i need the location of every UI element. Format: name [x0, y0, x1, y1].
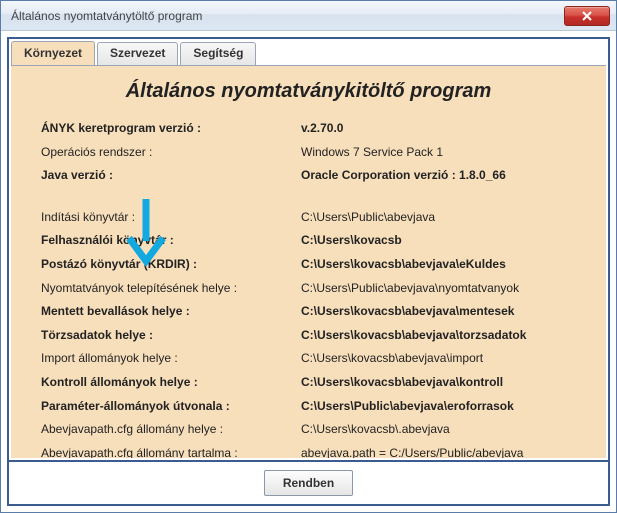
- label-master-dir: Törzsadatok helye :: [41, 328, 301, 344]
- tab-help-label: Segítség: [193, 46, 243, 60]
- window-title: Általános nyomtatványtöltő program: [11, 9, 564, 23]
- label-java: Java verzió :: [41, 168, 301, 184]
- row-forms-dir: Nyomtatványok telepítésének helye : C:\U…: [41, 277, 576, 301]
- window-frame: Általános nyomtatványtöltő program Körny…: [0, 0, 617, 513]
- label-os: Operációs rendszer :: [41, 145, 301, 161]
- tab-environment[interactable]: Környezet: [11, 41, 95, 65]
- label-param-dir: Paraméter-állományok útvonala :: [41, 399, 301, 415]
- label-forms-dir: Nyomtatványok telepítésének helye :: [41, 281, 301, 297]
- value-kontroll-dir: C:\Users\kovacsb\abevjava\kontroll: [301, 375, 576, 391]
- label-user-dir: Felhasználói könyvtár :: [41, 233, 301, 249]
- row-anyk-version: ÁNYK keretprogram verzió : v.2.70.0: [41, 117, 576, 141]
- dialog-frame: Környezet Szervezet Segítség Általános n…: [7, 37, 610, 506]
- close-icon: [581, 11, 593, 21]
- spacer: [41, 188, 576, 206]
- value-import-dir: C:\Users\kovacsb\abevjava\import: [301, 351, 576, 367]
- label-cfg-path: Abevjavapath.cfg állomány helye :: [41, 422, 301, 438]
- row-java: Java verzió : Oracle Corporation verzió …: [41, 164, 576, 188]
- row-param-dir: Paraméter-állományok útvonala : C:\Users…: [41, 395, 576, 419]
- titlebar: Általános nyomtatványtöltő program: [1, 1, 616, 31]
- value-java: Oracle Corporation verzió : 1.8.0_66: [301, 168, 576, 184]
- tab-organization[interactable]: Szervezet: [97, 42, 178, 66]
- tab-panel-environment: Általános nyomtatványkitöltő program ÁNY…: [11, 65, 606, 458]
- dialog-footer: Rendben: [9, 460, 608, 504]
- tab-organization-label: Szervezet: [110, 46, 165, 60]
- label-cfg-content: Abevjavapath.cfg állomány tartalma :: [41, 446, 301, 458]
- value-cfg-path: C:\Users\kovacsb\.abevjava: [301, 422, 576, 438]
- tab-environment-label: Környezet: [24, 46, 82, 60]
- label-krdir: Postázó könyvtár (KRDIR) :: [41, 257, 301, 273]
- value-anyk-version: v.2.70.0: [301, 121, 576, 137]
- label-anyk-version: ÁNYK keretprogram verzió :: [41, 121, 301, 137]
- row-kontroll-dir: Kontroll állományok helye : C:\Users\kov…: [41, 371, 576, 395]
- row-master-dir: Törzsadatok helye : C:\Users\kovacsb\abe…: [41, 324, 576, 348]
- client-area: Környezet Szervezet Segítség Általános n…: [1, 31, 616, 512]
- row-cfg-path: Abevjavapath.cfg állomány helye : C:\Use…: [41, 418, 576, 442]
- ok-button[interactable]: Rendben: [264, 470, 353, 496]
- value-cfg-content: abevjava.path = C:/Users/Public/abevjava: [301, 446, 576, 458]
- tab-help[interactable]: Segítség: [180, 42, 256, 66]
- label-kontroll-dir: Kontroll állományok helye :: [41, 375, 301, 391]
- value-user-dir: C:\Users\kovacsb: [301, 233, 576, 249]
- close-button[interactable]: [564, 6, 610, 26]
- info-grid: ÁNYK keretprogram verzió : v.2.70.0 Oper…: [11, 111, 606, 458]
- label-start-dir: Indítási könyvtár :: [41, 210, 301, 226]
- row-os: Operációs rendszer : Windows 7 Service P…: [41, 141, 576, 165]
- row-user-dir: Felhasználói könyvtár : C:\Users\kovacsb: [41, 229, 576, 253]
- value-krdir: C:\Users\kovacsb\abevjava\eKuldes: [301, 257, 576, 273]
- label-saved-dir: Mentett bevallások helye :: [41, 304, 301, 320]
- page-title: Általános nyomtatványkitöltő program: [11, 66, 606, 111]
- tab-strip: Környezet Szervezet Segítség: [9, 41, 608, 65]
- label-import-dir: Import állományok helye :: [41, 351, 301, 367]
- value-forms-dir: C:\Users\Public\abevjava\nyomtatvanyok: [301, 281, 576, 297]
- value-saved-dir: C:\Users\kovacsb\abevjava\mentesek: [301, 304, 576, 320]
- value-master-dir: C:\Users\kovacsb\abevjava\torzsadatok: [301, 328, 576, 344]
- ok-button-label: Rendben: [283, 476, 334, 490]
- row-saved-dir: Mentett bevallások helye : C:\Users\kova…: [41, 300, 576, 324]
- value-start-dir: C:\Users\Public\abevjava: [301, 210, 576, 226]
- row-cfg-content: Abevjavapath.cfg állomány tartalma : abe…: [41, 442, 576, 458]
- row-krdir: Postázó könyvtár (KRDIR) : C:\Users\kova…: [41, 253, 576, 277]
- value-param-dir: C:\Users\Public\abevjava\eroforrasok: [301, 399, 576, 415]
- row-start-dir: Indítási könyvtár : C:\Users\Public\abev…: [41, 206, 576, 230]
- value-os: Windows 7 Service Pack 1: [301, 145, 576, 161]
- row-import-dir: Import állományok helye : C:\Users\kovac…: [41, 347, 576, 371]
